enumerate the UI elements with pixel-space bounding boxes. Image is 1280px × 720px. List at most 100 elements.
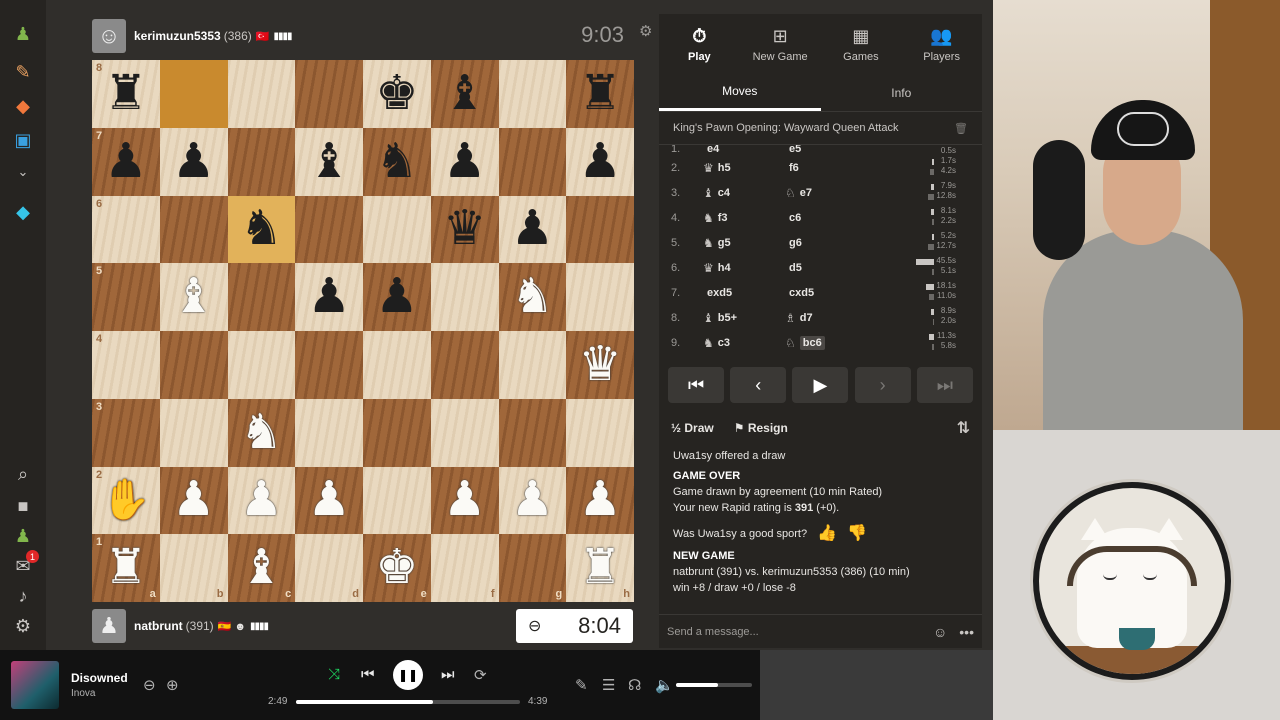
white-pawn-icon[interactable]: ♟ xyxy=(240,476,283,524)
square-h8[interactable]: ♜ xyxy=(566,60,634,128)
square-d5[interactable]: ♟ xyxy=(295,263,363,331)
search-icon[interactable]: ⌕ xyxy=(11,462,35,486)
square-f6[interactable]: ♛ xyxy=(430,195,499,264)
puzzle-icon[interactable]: ✎ xyxy=(11,60,35,84)
square-b5[interactable]: ♝ xyxy=(159,263,228,331)
black-rook-icon[interactable]: ♜ xyxy=(104,69,147,118)
square-h6[interactable] xyxy=(566,195,634,264)
square-e3[interactable] xyxy=(363,398,431,467)
black-move[interactable]: e5 xyxy=(785,145,867,155)
square-f1[interactable]: f xyxy=(430,534,499,602)
square-c3[interactable]: ♞ xyxy=(227,398,296,467)
square-h2[interactable]: ♟ xyxy=(566,466,634,535)
previous-track-icon[interactable]: ⏮ xyxy=(361,666,375,683)
mail-icon[interactable]: ✉ 1 xyxy=(11,550,39,578)
square-h3[interactable] xyxy=(566,398,634,467)
chess-board[interactable]: ♜ 8 ♚ ♝ ♜ ♟ 7 ♟ ♝ ♞ ♟ ♟ 6 ♞ ♛ ♟ 5 ♝ ♟ ♟ ♞ 4 ♛ 3 ♞ 2 ✋ ♟ ♟ ♟ ♟ ♟ ♟ ♜ 1 a b ♝ c d… xyxy=(92,60,634,602)
shuffle-icon[interactable]: ⤨ xyxy=(328,666,340,683)
square-e8[interactable]: ♚ xyxy=(363,60,431,128)
square-g8[interactable] xyxy=(498,60,567,128)
white-bishop-icon[interactable]: ♝ xyxy=(172,273,215,321)
tab-moves[interactable]: Moves xyxy=(659,74,821,111)
bell-icon[interactable]: ♪ xyxy=(11,584,35,608)
white-move[interactable]: ♛ h5 xyxy=(703,161,785,175)
thumbs-up-icon[interactable]: 👍 xyxy=(817,526,837,542)
white-pawn-icon[interactable]: ♟ xyxy=(579,476,622,524)
more-chevron-icon[interactable]: ⌄ xyxy=(11,160,35,184)
square-a5[interactable]: 5 xyxy=(92,263,160,331)
first-move-button[interactable]: ⏮ xyxy=(668,367,725,403)
square-g5[interactable]: ♞ xyxy=(498,263,567,331)
white-knight-icon[interactable]: ♞ xyxy=(240,408,283,457)
volume-icon[interactable]: 🔈 xyxy=(655,676,674,694)
square-f7[interactable]: ♟ xyxy=(430,127,499,196)
repeat-icon[interactable]: ⟳ xyxy=(474,666,487,684)
square-c4[interactable] xyxy=(227,331,296,399)
black-rook-icon[interactable]: ♜ xyxy=(579,69,622,118)
square-e2[interactable] xyxy=(363,466,431,535)
white-pawn-icon[interactable]: ♟ xyxy=(511,476,554,524)
board-settings-gear-icon[interactable]: ⚙ xyxy=(639,22,652,40)
tab-info[interactable]: Info xyxy=(821,74,983,111)
square-g2[interactable]: ♟ xyxy=(498,466,567,535)
white-move[interactable]: ♞ f3 xyxy=(703,211,785,225)
track-artist[interactable]: Inova xyxy=(71,688,128,699)
square-g7[interactable] xyxy=(498,127,567,196)
square-d4[interactable] xyxy=(295,331,363,399)
opening-name[interactable]: King's Pawn Opening: Wayward Queen Attac… xyxy=(673,122,898,134)
black-pawn-icon[interactable]: ♟ xyxy=(104,137,147,186)
nav-players[interactable]: 👥 Players xyxy=(901,14,982,74)
square-g3[interactable] xyxy=(498,398,567,467)
trash-icon[interactable]: 🗑 xyxy=(954,122,968,135)
volume-slider[interactable] xyxy=(676,683,752,687)
black-move[interactable]: ♘ e7 xyxy=(785,186,867,200)
square-a2[interactable]: 2 ✋ xyxy=(92,466,160,535)
white-pawn-icon[interactable]: ♟ xyxy=(308,476,351,524)
black-move[interactable]: c6 xyxy=(785,212,867,224)
square-a4[interactable]: 4 xyxy=(92,331,160,399)
black-pawn-icon[interactable]: ♟ xyxy=(579,137,622,186)
nav-games[interactable]: ▦ Games xyxy=(821,14,902,74)
black-move[interactable]: f6 xyxy=(785,162,867,174)
square-h7[interactable]: ♟ xyxy=(566,127,634,196)
black-move[interactable]: cxd5 xyxy=(785,287,867,299)
play-moves-button[interactable]: ▶ xyxy=(792,367,849,403)
pawn-icon[interactable]: ♟ xyxy=(11,22,35,46)
track-title[interactable]: Disowned xyxy=(71,671,128,685)
square-c2[interactable]: ♟ xyxy=(227,466,296,535)
square-e4[interactable] xyxy=(363,331,431,399)
square-d3[interactable] xyxy=(295,398,363,467)
white-knight-icon[interactable]: ♞ xyxy=(511,273,554,321)
black-bishop-icon[interactable]: ♝ xyxy=(443,69,486,118)
white-move[interactable]: ♞ c3 xyxy=(703,336,785,350)
square-f4[interactable] xyxy=(430,331,499,399)
black-pawn-icon[interactable]: ♟ xyxy=(308,273,351,321)
settings-icon[interactable]: ⚙ xyxy=(11,614,35,638)
square-c5[interactable] xyxy=(227,263,296,331)
white-queen-icon[interactable]: ♛ xyxy=(579,340,622,389)
emoji-icon[interactable]: ☺ xyxy=(933,624,947,640)
square-h1[interactable]: ♜ h xyxy=(566,534,634,602)
thumbs-down-icon[interactable]: 👎 xyxy=(847,526,867,542)
square-a1[interactable]: ♜ 1 a xyxy=(92,534,160,602)
more-options-icon[interactable]: ••• xyxy=(959,624,974,640)
next-track-icon[interactable]: ⏭ xyxy=(441,666,455,683)
friends-icon[interactable]: ♟ xyxy=(11,524,35,548)
pen-icon[interactable]: ✎ xyxy=(575,676,588,694)
square-g1[interactable]: g xyxy=(498,534,567,602)
square-h4[interactable]: ♛ xyxy=(566,331,634,399)
square-a6[interactable]: 6 xyxy=(92,195,160,264)
black-knight-icon[interactable]: ♞ xyxy=(240,205,283,253)
white-bishop-icon[interactable]: ♝ xyxy=(240,544,283,592)
square-a8[interactable]: ♜ 8 xyxy=(92,60,160,128)
profile-icon[interactable]: ■ xyxy=(11,494,35,518)
square-h5[interactable] xyxy=(566,263,634,331)
black-move[interactable]: ♗ d7 xyxy=(785,311,867,325)
black-queen-icon[interactable]: ♛ xyxy=(443,205,486,253)
white-move[interactable]: e4 xyxy=(703,145,785,155)
square-e1[interactable]: ♚ e xyxy=(363,534,431,602)
black-bishop-icon[interactable]: ♝ xyxy=(308,137,351,186)
square-d2[interactable]: ♟ xyxy=(295,466,363,535)
flip-board-icon[interactable]: ⇅ xyxy=(957,418,970,438)
queue-icon[interactable]: ☰ xyxy=(602,676,615,694)
